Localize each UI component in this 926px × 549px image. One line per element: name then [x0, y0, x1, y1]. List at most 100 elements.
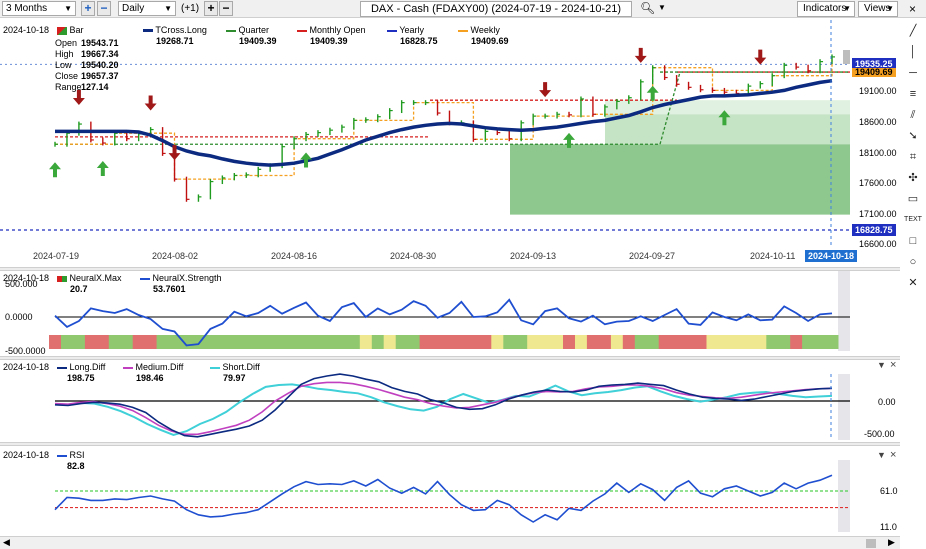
neuralx-max-cell — [347, 335, 361, 349]
ruler-icon[interactable]: ⌗ — [903, 148, 923, 166]
close-panel-icon[interactable]: × — [890, 449, 896, 461]
zoom-in-button[interactable]: + — [81, 1, 95, 16]
neuralx-max-cell — [240, 335, 253, 349]
neuralx-max-cell — [49, 335, 62, 349]
chevron-down-icon[interactable]: ▼ — [877, 360, 886, 370]
neuralx-max-cell — [754, 335, 767, 349]
legend-yearly-value: 16828.75 — [400, 36, 438, 46]
neuralx-chart[interactable] — [0, 271, 900, 357]
neuralx-max-cell — [706, 335, 719, 349]
horizontal-line-icon[interactable]: ─ — [903, 64, 923, 82]
neuralx-max-cell — [634, 335, 648, 349]
support-zone — [510, 144, 850, 215]
crosshair-icon[interactable]: ✣ — [903, 169, 923, 187]
chevron-down-icon: ▼ — [164, 4, 172, 13]
rectangle-icon[interactable]: □ — [903, 232, 923, 250]
fibonacci-icon[interactable]: ≡ — [903, 85, 923, 103]
legend-tcross: TCross.Long 19268.71 — [143, 25, 207, 47]
neuralx-max-cell — [610, 335, 624, 349]
arrow-marker-icon[interactable]: ➘ — [903, 127, 923, 145]
trend-line-icon[interactable]: ╱ — [903, 22, 923, 40]
scroll-thumb[interactable] — [866, 539, 876, 548]
horizontal-scrollbar[interactable]: ◀ ▶ — [0, 536, 900, 549]
price-date: 2024-10-18 — [3, 25, 50, 35]
scroll-left-icon[interactable]: ◀ — [3, 537, 10, 548]
legend-medium-diff: Medium.Diff 198.46 — [123, 362, 183, 384]
indicators-button[interactable]: Indicators ▼ — [797, 1, 855, 17]
neuralx-max-cell — [491, 335, 504, 349]
neuralx-max-cell — [324, 335, 337, 349]
close-panel-icon[interactable]: × — [890, 359, 896, 371]
ohlc-high: High 19667.34 — [55, 49, 119, 59]
neuralx-max-cell — [467, 335, 480, 349]
close-window-icon[interactable]: × — [909, 2, 916, 16]
diff-date: 2024-10-18 — [3, 362, 50, 372]
legend-rsi: RSI 82.8 — [57, 450, 85, 472]
rsi-chart[interactable] — [0, 446, 900, 536]
neuralx-max-cell — [371, 335, 385, 349]
text-tool-icon[interactable]: TEXT — [903, 211, 923, 229]
period-label: 3 Months — [6, 3, 48, 14]
x-tick-label: 2024-08-02 — [152, 251, 199, 261]
neuralx-panel: 2024-10-18 NeuralX.Max 20.7 NeuralX.Stre… — [0, 271, 900, 357]
x-tick-label: 2024-09-27 — [629, 251, 676, 261]
neuralx-max-cell — [335, 335, 349, 349]
views-button[interactable]: Views ▼ — [858, 1, 898, 17]
legend-weekly-label: Weekly — [458, 25, 509, 36]
neuralx-max-cell — [622, 335, 636, 349]
legend-neuralx-strength: NeuralX.Strength 53.7601 — [140, 273, 222, 295]
neuralx-max-cell — [276, 335, 289, 349]
neuralx-max-cell — [527, 335, 540, 349]
delete-drawings-icon[interactable]: ✕ — [903, 274, 923, 292]
x-tick-label: 2024-10-11 — [750, 251, 796, 261]
legend-neuralx-max-label: NeuralX.Max — [57, 273, 122, 284]
neuralx-max-cell — [718, 335, 731, 349]
cursor-band — [838, 374, 850, 440]
chevron-down-icon: ▼ — [886, 4, 894, 13]
zoom-out-button[interactable]: − — [97, 1, 111, 16]
legend-tcross-value: 19268.71 — [156, 36, 194, 46]
scroll-right-icon[interactable]: ▶ — [888, 537, 895, 548]
neuralx-max-cell — [288, 335, 301, 349]
neuralx-max-cell — [180, 335, 193, 349]
offset-plus-button[interactable]: + — [204, 1, 218, 16]
neuralx-max-cell — [766, 335, 779, 349]
neuralx-max-cell — [670, 335, 684, 349]
legend-neuralx-strength-value: 53.7601 — [153, 284, 186, 294]
legend-monthly: Monthly Open 19409.39 — [297, 25, 366, 47]
y-tick-label: 18100.00 — [859, 148, 897, 158]
neuralx-max-cell — [575, 335, 588, 349]
chevron-down-icon[interactable]: ▼ — [877, 450, 886, 460]
neuralx-max-cell — [790, 335, 803, 349]
interval-select[interactable]: Daily ▼ — [118, 1, 176, 16]
x-tick-label: 2024-09-13 — [510, 251, 557, 261]
instrument-title-field[interactable]: DAX - Cash (FDAXY00) (2024-07-19 - 2024-… — [360, 1, 632, 17]
offset-minus-button[interactable]: − — [219, 1, 233, 16]
price-panel: 2024-10-18 Bar TCross.Long 19268.71 Quar… — [0, 20, 900, 268]
legend-neuralx-max: NeuralX.Max 20.7 — [57, 273, 122, 295]
price-chart[interactable] — [0, 20, 900, 268]
ohlc-range: Range127.14 — [55, 82, 109, 92]
legend-bar-label: Bar — [69, 25, 84, 35]
legend-medium-diff-label: Medium.Diff — [123, 362, 183, 373]
search-icon[interactable]: 🔍︎ — [640, 1, 655, 15]
legend-medium-diff-value: 198.46 — [136, 373, 164, 383]
period-select[interactable]: 3 Months ▼ — [2, 1, 76, 16]
legend-short-diff-value: 79.97 — [223, 373, 246, 383]
y-tick-label: 16600.00 — [859, 239, 897, 249]
neuralx-max-cell — [682, 335, 696, 349]
y-tick-label: 61.0 — [880, 486, 898, 496]
neuralx-max-cell — [503, 335, 516, 349]
legend-neuralx-strength-label: NeuralX.Strength — [140, 273, 222, 284]
note-icon[interactable]: ▭ — [903, 190, 923, 208]
ellipse-icon[interactable]: ○ — [903, 253, 923, 271]
neuralx-max-cell — [443, 335, 456, 349]
ohlc-open: Open 19543.71 — [55, 38, 119, 48]
offset-label: (+1) — [181, 3, 200, 14]
parallel-channel-icon[interactable]: ⫽ — [903, 106, 923, 124]
neuralx-max-cell — [312, 335, 325, 349]
vertical-line-icon[interactable]: │ — [903, 43, 923, 61]
neuralx-max-cell — [395, 335, 409, 349]
neuralx-max-cell — [539, 335, 552, 349]
chevron-down-icon[interactable]: ▼ — [658, 3, 666, 12]
